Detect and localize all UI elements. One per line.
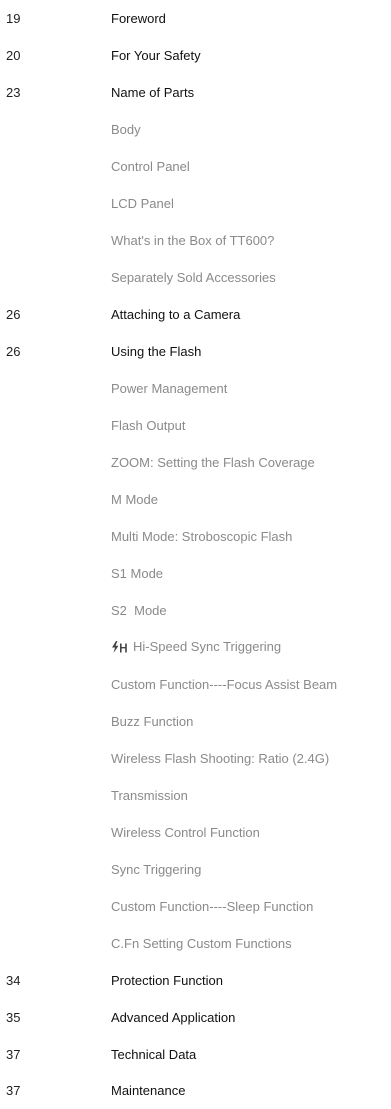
toc-subentry-control-panel[interactable]: Control Panel [0, 148, 391, 185]
toc-subtitle: Hi-Speed Sync Triggering [133, 639, 282, 655]
toc-title: Foreword [111, 11, 166, 26]
toc-subtitle: Wireless Flash Shooting: Ratio (2.4G) [111, 751, 330, 766]
toc-entry-protection[interactable]: 34 Protection Function [0, 962, 391, 999]
toc-subentry-hss[interactable]: Hi-Speed Sync Triggering [0, 629, 391, 666]
toc-page-number: 26 [6, 344, 21, 359]
toc-entry-maintenance[interactable]: 37 Maintenance [0, 1072, 391, 1109]
toc-page-number: 37 [6, 1047, 21, 1062]
toc-subtitle: ZOOM: Setting the Flash Coverage [111, 455, 315, 470]
toc-subentry-sleep[interactable]: Custom Function----Sleep Function [0, 888, 391, 925]
toc-subentry-cfn[interactable]: C.Fn Setting Custom Functions [0, 925, 391, 962]
toc-entry-name-of-parts[interactable]: 23 Name of Parts [0, 74, 391, 111]
toc-subentry-m-mode[interactable]: M Mode [0, 481, 391, 518]
toc-subentry-multi-mode[interactable]: Multi Mode: Stroboscopic Flash [0, 518, 391, 555]
table-of-contents: 19 Foreword 20 For Your Safety 23 Name o… [0, 0, 391, 1109]
toc-subtitle: Custom Function----Sleep Function [111, 899, 314, 914]
toc-page-number: 23 [6, 85, 21, 100]
toc-subentry-accessories[interactable]: Separately Sold Accessories [0, 259, 391, 296]
toc-page-number: 26 [6, 307, 21, 322]
toc-subtitle: S2 Mode [111, 603, 167, 618]
toc-subtitle: LCD Panel [111, 196, 174, 211]
toc-title: Using the Flash [111, 344, 202, 359]
toc-title: Attaching to a Camera [111, 307, 241, 322]
toc-entry-foreword[interactable]: 19 Foreword [0, 0, 391, 37]
toc-subentry-s2-mode[interactable]: S2 Mode [0, 592, 391, 629]
toc-title: Maintenance [111, 1083, 186, 1098]
toc-title: For Your Safety [111, 48, 201, 63]
toc-title: Advanced Application [111, 1010, 236, 1025]
toc-title: Name of Parts [111, 85, 195, 100]
toc-subtitle: M Mode [111, 492, 158, 507]
toc-page-number: 20 [6, 48, 21, 63]
toc-subentry-flash-output[interactable]: Flash Output [0, 407, 391, 444]
toc-subentry-box-contents[interactable]: What's in the Box of TT600? [0, 222, 391, 259]
toc-subtitle: What's in the Box of TT600? [111, 233, 275, 248]
toc-subtitle: Body [111, 122, 141, 137]
toc-title: Technical Data [111, 1047, 197, 1062]
toc-subentry-wireless-control[interactable]: Wireless Control Function [0, 814, 391, 851]
toc-subentry-transmission[interactable]: Transmission [0, 777, 391, 814]
toc-subtitle: Custom Function----Focus Assist Beam [111, 677, 338, 692]
toc-entry-advanced[interactable]: 35 Advanced Application [0, 999, 391, 1036]
toc-subtitle: Transmission [111, 788, 188, 803]
toc-subentry-focus-assist[interactable]: Custom Function----Focus Assist Beam [0, 666, 391, 703]
toc-subentry-zoom[interactable]: ZOOM: Setting the Flash Coverage [0, 444, 391, 481]
toc-subentry-body[interactable]: Body [0, 111, 391, 148]
toc-page-number: 35 [6, 1010, 21, 1025]
toc-subtitle: Buzz Function [111, 714, 194, 729]
toc-subentry-wireless-ratio[interactable]: Wireless Flash Shooting: Ratio (2.4G) [0, 740, 391, 777]
toc-entry-technical-data[interactable]: 37 Technical Data [0, 1036, 391, 1073]
toc-title: Protection Function [111, 973, 224, 988]
toc-subtitle: Control Panel [111, 159, 190, 174]
toc-page-number: 19 [6, 11, 21, 26]
toc-subtitle: S1 Mode [111, 566, 164, 581]
toc-subtitle: Wireless Control Function [111, 825, 260, 840]
toc-subentry-buzz[interactable]: Buzz Function [0, 703, 391, 740]
toc-subentry-lcd-panel[interactable]: LCD Panel [0, 185, 391, 222]
toc-subtitle: Sync Triggering [111, 862, 202, 877]
toc-subtitle: Multi Mode: Stroboscopic Flash [111, 529, 293, 544]
toc-subentry-sync-triggering[interactable]: Sync Triggering [0, 851, 391, 888]
toc-page-number: 37 [6, 1083, 21, 1098]
toc-entry-safety[interactable]: 20 For Your Safety [0, 37, 391, 74]
toc-subtitle: Separately Sold Accessories [111, 270, 276, 285]
toc-page-number: 34 [6, 973, 21, 988]
toc-subtitle-with-icon: Hi-Speed Sync Triggering [111, 639, 281, 655]
toc-subtitle: C.Fn Setting Custom Functions [111, 936, 292, 951]
toc-subentry-power[interactable]: Power Management [0, 370, 391, 407]
toc-subentry-s1-mode[interactable]: S1 Mode [0, 555, 391, 592]
toc-entry-attaching[interactable]: 26 Attaching to a Camera [0, 296, 391, 333]
toc-entry-using-flash[interactable]: 26 Using the Flash [0, 333, 391, 370]
high-speed-sync-icon [111, 640, 129, 656]
toc-subtitle: Power Management [111, 381, 228, 396]
toc-subtitle: Flash Output [111, 418, 186, 433]
